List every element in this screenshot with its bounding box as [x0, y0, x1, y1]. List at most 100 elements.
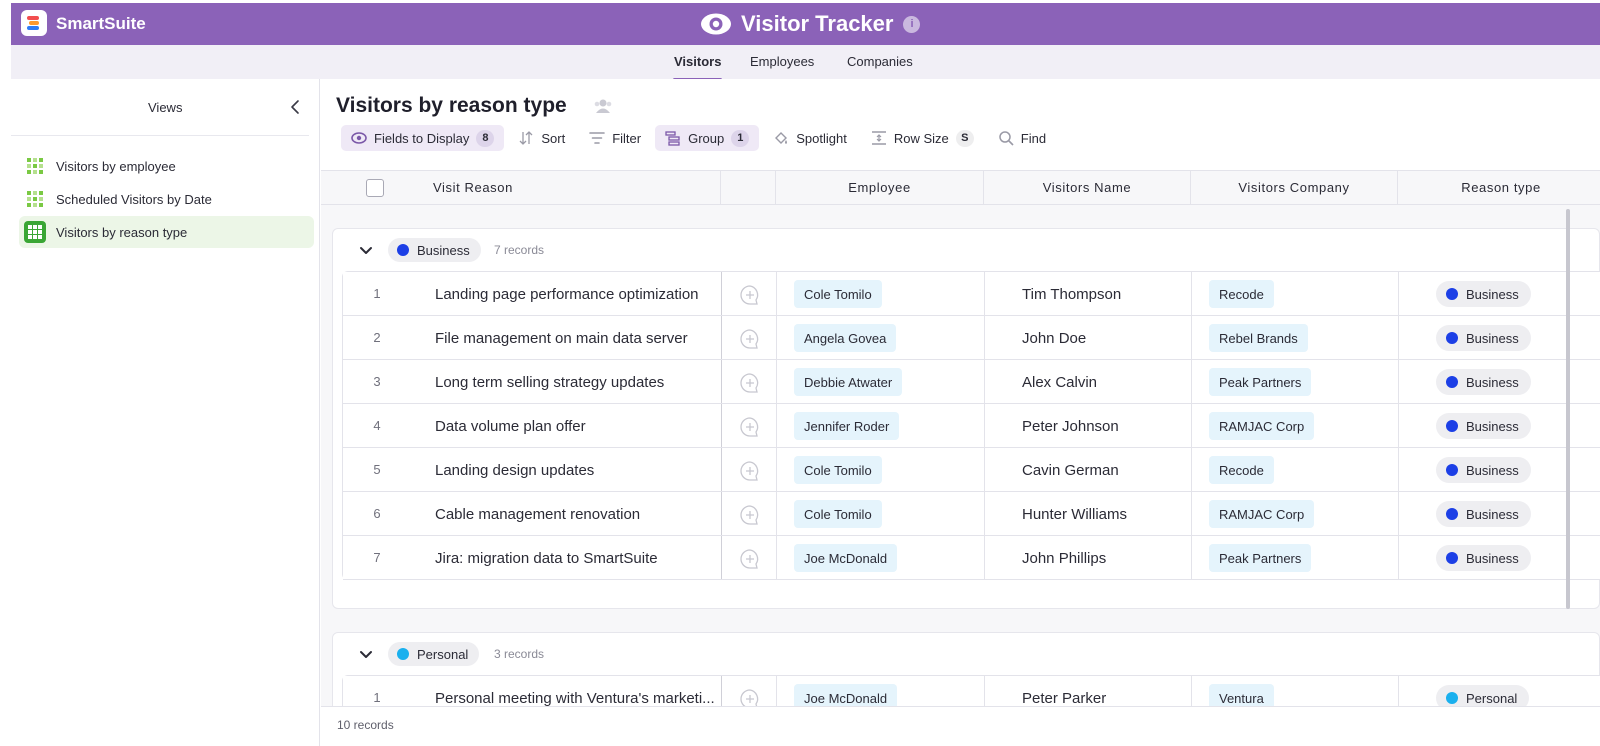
reason-type-label: Business — [1466, 418, 1519, 434]
cell-company-link[interactable]: Peak Partners — [1209, 368, 1312, 396]
reason-type-label: Business — [1466, 374, 1519, 390]
cell-employee-link[interactable]: Angela Govea — [794, 324, 897, 352]
group-color-dot — [397, 244, 409, 256]
table-row[interactable]: 4 Data volume plan offer Jennifer Roder … — [343, 404, 1600, 448]
cell-visitors-name[interactable]: John Doe — [1022, 330, 1086, 347]
vertical-scrollbar[interactable] — [1566, 209, 1570, 609]
cell-visitors-name[interactable]: Peter Johnson — [1022, 418, 1119, 435]
sort-label: Sort — [541, 130, 566, 146]
cell-visitors-name[interactable]: Hunter Williams — [1022, 506, 1127, 523]
group-rows: 1 Landing page performance optimization … — [342, 271, 1600, 580]
cell-visit-reason[interactable]: Landing page performance optimization — [435, 286, 717, 303]
row-size-label: Row Size — [893, 130, 949, 146]
table-row[interactable]: 5 Landing design updates Cole Tomilo Cav… — [343, 448, 1600, 492]
smartsuite-logo-icon[interactable] — [21, 10, 47, 36]
cell-visit-reason[interactable]: Long term selling strategy updates — [435, 374, 717, 391]
row-size-button[interactable]: Row Size S — [861, 125, 984, 151]
tab-employees[interactable]: Employees — [750, 54, 814, 69]
views-header: Views — [11, 79, 309, 136]
table-row[interactable]: 1 Landing page performance optimization … — [343, 272, 1600, 316]
shared-users-icon[interactable] — [593, 97, 613, 115]
add-comment-icon[interactable] — [739, 284, 761, 306]
cell-reason-type-tag[interactable]: Business — [1436, 281, 1531, 307]
table-row[interactable]: 2 File management on main data server An… — [343, 316, 1600, 360]
cell-employee-link[interactable]: Cole Tomilo — [794, 500, 882, 528]
group-header[interactable]: Personal 3 records — [333, 633, 1599, 675]
column-header-visit-reason[interactable]: Visit Reason — [433, 171, 513, 204]
add-comment-icon[interactable] — [739, 460, 761, 482]
grid-header: Visit Reason Employee Visitors Name Visi… — [321, 170, 1600, 205]
spotlight-button[interactable]: Spotlight — [763, 125, 857, 151]
row-number: 5 — [373, 462, 381, 477]
cell-visit-reason[interactable]: Jira: migration data to SmartSuite — [435, 550, 717, 567]
cell-visit-reason[interactable]: File management on main data server — [435, 330, 717, 347]
select-all-checkbox[interactable] — [366, 179, 384, 197]
add-comment-icon[interactable] — [739, 504, 761, 526]
cell-company-link[interactable]: Recode — [1209, 456, 1274, 484]
cell-employee-link[interactable]: Jennifer Roder — [794, 412, 900, 440]
cell-employee-link[interactable]: Cole Tomilo — [794, 280, 882, 308]
cell-visitors-name[interactable]: Cavin German — [1022, 462, 1119, 479]
top-bar: SmartSuite Visitor Tracker i — [11, 3, 1600, 45]
add-comment-icon[interactable] — [739, 372, 761, 394]
sidebar-item-scheduled-visitors-by-date[interactable]: Scheduled Visitors by Date — [19, 183, 314, 215]
cell-visit-reason[interactable]: Data volume plan offer — [435, 418, 717, 435]
brand-name: SmartSuite — [56, 14, 146, 33]
cell-visit-reason[interactable]: Cable management renovation — [435, 506, 717, 523]
cell-company-link[interactable]: RAMJAC Corp — [1209, 412, 1315, 440]
cell-reason-type-tag[interactable]: Business — [1436, 501, 1531, 527]
tab-visitors[interactable]: Visitors — [672, 54, 723, 81]
chevron-down-icon[interactable] — [358, 646, 374, 662]
cell-visit-reason[interactable]: Personal meeting with Ventura's marketi.… — [435, 690, 717, 707]
tab-companies[interactable]: Companies — [847, 54, 913, 69]
info-icon[interactable]: i — [903, 15, 921, 33]
group-tag: Personal — [388, 642, 480, 666]
cell-employee-link[interactable]: Cole Tomilo — [794, 456, 882, 484]
cell-employee-link[interactable]: Joe McDonald — [794, 544, 898, 572]
group-label: Business — [417, 242, 470, 258]
app-title-text: Visitor Tracker — [741, 11, 894, 36]
group-button[interactable]: Group 1 — [655, 125, 760, 151]
cell-reason-type-tag[interactable]: Business — [1436, 369, 1531, 395]
table-row[interactable]: 3 Long term selling strategy updates Deb… — [343, 360, 1600, 404]
cell-company-link[interactable]: Peak Partners — [1209, 544, 1312, 572]
filter-button[interactable]: Filter — [579, 125, 651, 151]
add-comment-icon[interactable] — [739, 548, 761, 570]
sidebar-item-visitors-by-employee[interactable]: Visitors by employee — [19, 150, 314, 182]
cell-visitors-name[interactable]: Tim Thompson — [1022, 286, 1121, 303]
column-header-employee[interactable]: Employee — [776, 171, 983, 204]
cell-reason-type-tag[interactable]: Business — [1436, 325, 1531, 351]
cell-company-link[interactable]: Rebel Brands — [1209, 324, 1308, 352]
add-comment-icon[interactable] — [739, 328, 761, 350]
cell-employee-link[interactable]: Debbie Atwater — [794, 368, 903, 396]
collapse-sidebar-chevron-icon[interactable] — [288, 99, 302, 115]
reason-type-label: Business — [1466, 550, 1519, 566]
sort-button[interactable]: Sort — [508, 125, 575, 151]
column-header-visitors-name[interactable]: Visitors Name — [984, 171, 1190, 204]
table-row[interactable]: 7 Jira: migration data to SmartSuite Joe… — [343, 536, 1600, 580]
row-number: 4 — [373, 418, 381, 433]
cell-visitors-name[interactable]: Alex Calvin — [1022, 374, 1097, 391]
column-header-visitors-company[interactable]: Visitors Company — [1191, 171, 1397, 204]
add-comment-icon[interactable] — [739, 416, 761, 438]
cell-visit-reason[interactable]: Landing design updates — [435, 462, 717, 479]
chevron-down-icon[interactable] — [358, 242, 374, 258]
find-button[interactable]: Find — [988, 125, 1056, 151]
group-color-dot — [397, 648, 409, 660]
cell-reason-type-tag[interactable]: Business — [1436, 457, 1531, 483]
sidebar-item-visitors-by-reason-type[interactable]: Visitors by reason type — [19, 216, 314, 248]
cell-visitors-name[interactable]: Peter Parker — [1022, 690, 1106, 707]
fields-to-display-button[interactable]: Fields to Display 8 — [341, 125, 505, 151]
fields-to-display-label: Fields to Display — [374, 130, 470, 146]
group-tag: Business — [388, 238, 481, 262]
cell-company-link[interactable]: Recode — [1209, 280, 1274, 308]
reason-type-label: Personal — [1466, 690, 1518, 706]
table-row[interactable]: 6 Cable management renovation Cole Tomil… — [343, 492, 1600, 536]
cell-reason-type-tag[interactable]: Business — [1436, 545, 1531, 571]
cell-reason-type-tag[interactable]: Business — [1436, 413, 1531, 439]
group-header[interactable]: Business 7 records — [333, 229, 1599, 271]
column-header-reason-type[interactable]: Reason type — [1398, 171, 1600, 204]
tab-bar: Visitors Employees Companies — [11, 45, 1600, 81]
cell-company-link[interactable]: RAMJAC Corp — [1209, 500, 1315, 528]
cell-visitors-name[interactable]: John Phillips — [1022, 550, 1106, 567]
